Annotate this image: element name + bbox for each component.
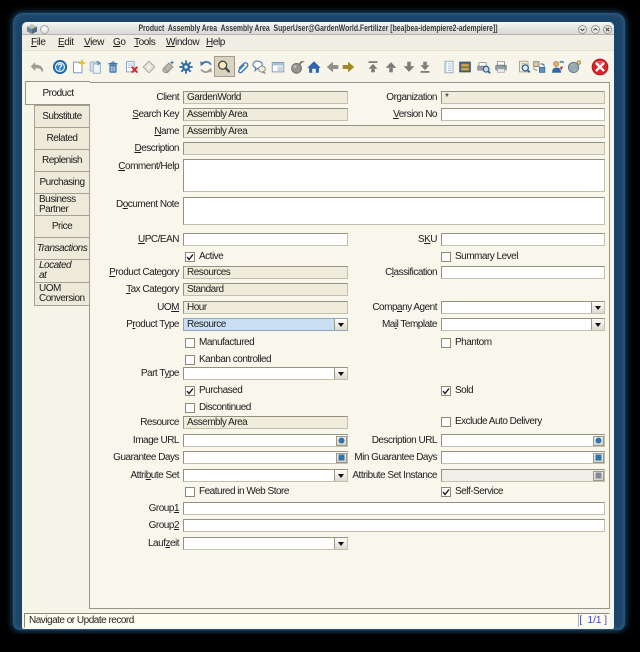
- svg-text:?: ?: [57, 62, 62, 72]
